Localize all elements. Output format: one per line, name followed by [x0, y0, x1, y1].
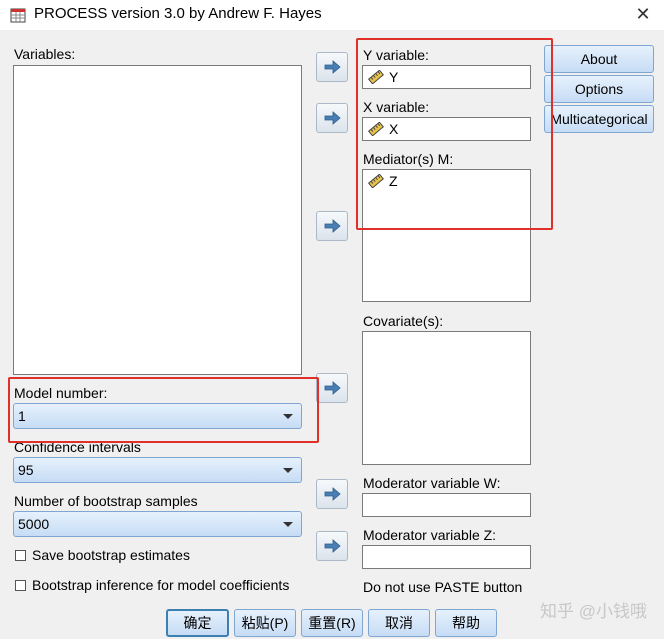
move-to-mediator-button[interactable] [316, 211, 348, 241]
save-bootstrap-label: Save bootstrap estimates [32, 547, 190, 563]
arrow-right-icon [324, 487, 341, 501]
move-to-covariate-button[interactable] [316, 373, 348, 403]
chevron-down-icon [283, 468, 293, 473]
reset-button[interactable]: 重置(R) [301, 609, 363, 637]
ruler-icon [368, 174, 384, 188]
arrow-right-icon [324, 381, 341, 395]
chevron-down-icon [283, 522, 293, 527]
model-number-dropdown[interactable]: 1 [13, 403, 302, 429]
confidence-intervals-value: 95 [18, 462, 34, 478]
help-button[interactable]: 帮助 [435, 609, 497, 637]
covariates-list[interactable] [362, 331, 531, 465]
cancel-button[interactable]: 取消 [368, 609, 430, 637]
confidence-intervals-dropdown[interactable]: 95 [13, 457, 302, 483]
save-bootstrap-checkbox[interactable] [15, 550, 26, 561]
bootstrap-inference-label: Bootstrap inference for model coefficien… [32, 577, 290, 593]
window-title: PROCESS version 3.0 by Andrew F. Hayes [34, 5, 322, 22]
multicategorical-button[interactable]: Multicategorical [544, 105, 654, 133]
move-to-x-button[interactable] [316, 103, 348, 133]
y-variable-value: Y [389, 69, 399, 85]
arrow-right-icon [324, 60, 341, 74]
move-to-moderator-z-button[interactable] [316, 531, 348, 561]
x-variable-label: X variable: [363, 99, 430, 115]
paste-button[interactable]: 粘贴(P) [234, 609, 296, 637]
mediators-label: Mediator(s) M: [363, 151, 454, 167]
arrow-right-icon [324, 111, 341, 125]
variables-label: Variables: [14, 46, 76, 62]
covariates-label: Covariate(s): [363, 313, 444, 329]
bootstrap-inference-checkbox[interactable] [15, 580, 26, 591]
ruler-icon [368, 70, 384, 84]
moderator-w-field[interactable] [362, 493, 531, 517]
model-number-label: Model number: [14, 385, 108, 401]
watermark: 知乎 @小钱哦 [540, 602, 647, 621]
mediators-list[interactable]: Z [362, 169, 531, 302]
app-icon [10, 6, 28, 24]
move-to-moderator-w-button[interactable] [316, 479, 348, 509]
close-button[interactable]: ✕ [628, 2, 658, 26]
arrow-right-icon [324, 539, 341, 553]
move-to-y-button[interactable] [316, 52, 348, 82]
paste-note: Do not use PASTE button [363, 579, 523, 595]
confidence-intervals-label: Confidence intervals [14, 439, 141, 455]
x-variable-field[interactable]: X [362, 117, 531, 141]
arrow-right-icon [324, 219, 341, 233]
moderator-w-label: Moderator variable W: [363, 475, 501, 491]
bootstrap-samples-value: 5000 [18, 516, 50, 532]
y-variable-label: Y variable: [363, 47, 429, 63]
about-button[interactable]: About [544, 45, 654, 73]
y-variable-field[interactable]: Y [362, 65, 531, 89]
variables-list[interactable] [13, 65, 302, 375]
moderator-z-label: Moderator variable Z: [363, 527, 497, 543]
bootstrap-samples-dropdown[interactable]: 5000 [13, 511, 302, 537]
list-item[interactable]: Z [368, 173, 398, 189]
bootstrap-samples-label: Number of bootstrap samples [14, 493, 198, 509]
x-variable-value: X [389, 121, 399, 137]
mediator-value: Z [389, 173, 398, 189]
model-number-value: 1 [18, 408, 26, 424]
ok-button[interactable]: 确定 [166, 609, 229, 637]
options-button[interactable]: Options [544, 75, 654, 103]
ruler-icon [368, 122, 384, 136]
chevron-down-icon [283, 414, 293, 419]
moderator-z-field[interactable] [362, 545, 531, 569]
